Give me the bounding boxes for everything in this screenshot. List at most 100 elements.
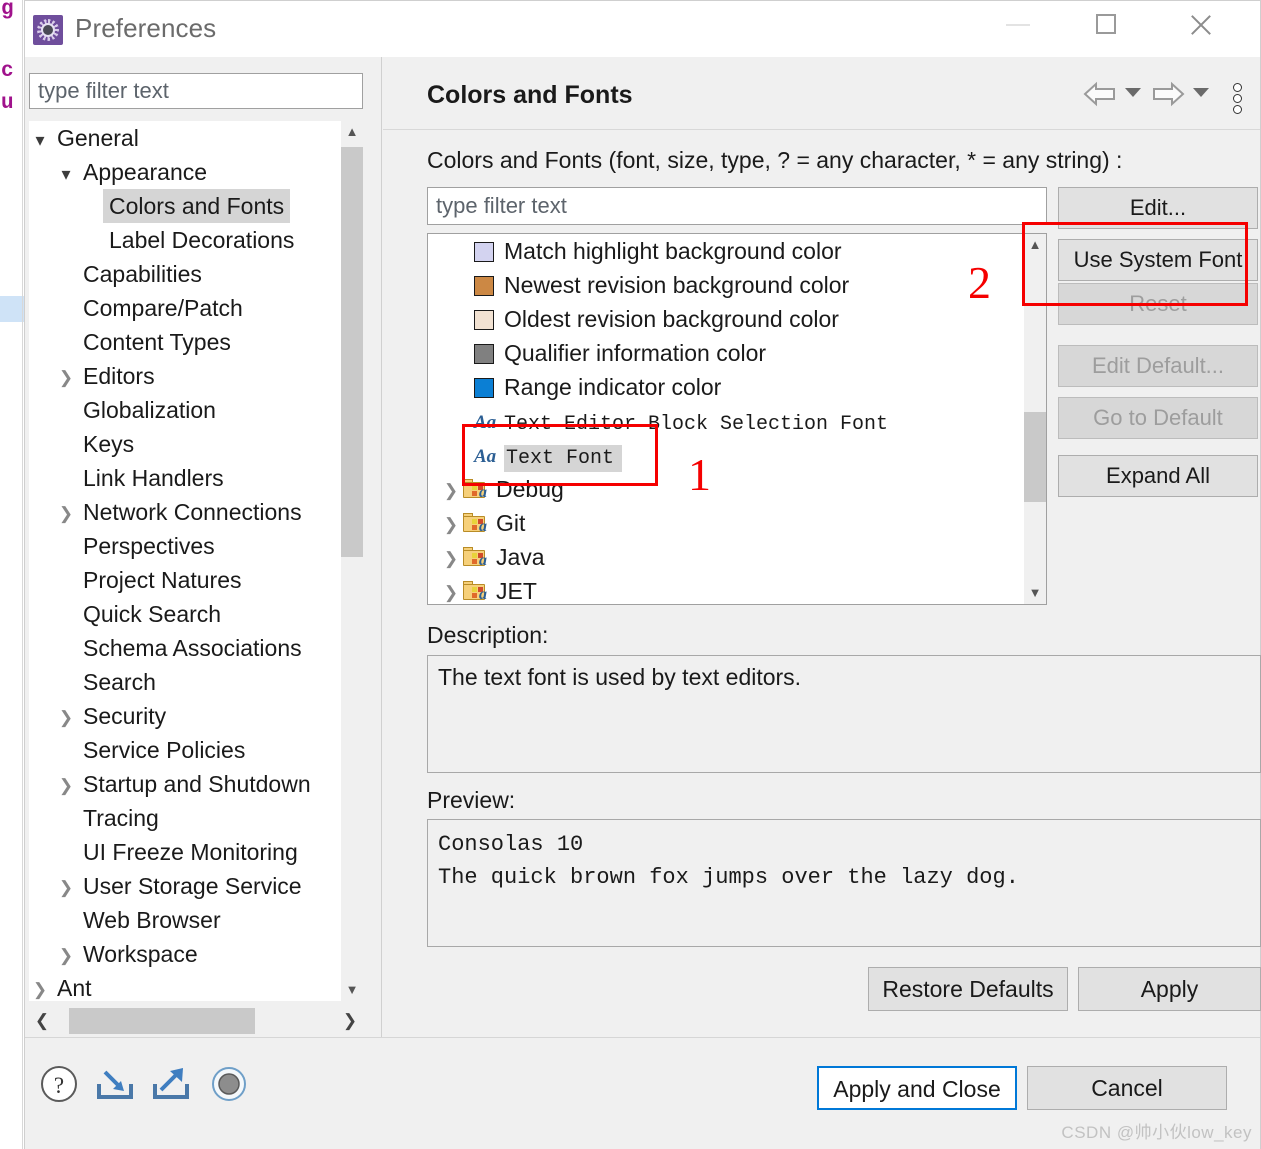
sidebar-item-quick-search[interactable]: ❯Quick Search: [29, 597, 363, 631]
scroll-up-icon[interactable]: ▲: [341, 121, 363, 143]
sidebar-item-user-storage-service[interactable]: ❯ User Storage Service: [29, 869, 363, 903]
list-vertical-scrollbar[interactable]: ▲ ▼: [1024, 234, 1046, 604]
close-button[interactable]: [1170, 1, 1232, 47]
chevron-right-icon[interactable]: ❯: [440, 508, 462, 542]
forward-arrow-icon[interactable]: [1151, 79, 1185, 109]
folder-icon: a: [462, 580, 492, 604]
import-icon[interactable]: [93, 1062, 137, 1106]
list-item[interactable]: Match highlight background color: [428, 234, 1024, 268]
sidebar-item-compare-patch[interactable]: ❯Compare/Patch: [29, 291, 363, 325]
window-title: Preferences: [75, 13, 217, 43]
font-sample-icon: Aa: [474, 412, 497, 433]
scroll-right-icon[interactable]: ❯: [337, 1007, 363, 1035]
sidebar-item-general[interactable]: ▾ General: [29, 121, 363, 155]
list-item[interactable]: ❯ a Java: [428, 540, 1024, 574]
scroll-left-icon[interactable]: ❮: [29, 1007, 55, 1035]
list-item[interactable]: Oldest revision background color: [428, 302, 1024, 336]
list-item[interactable]: ❯ a Git: [428, 506, 1024, 540]
sidebar-item-editors[interactable]: ❯ Editors: [29, 359, 363, 393]
tree-vertical-scrollbar[interactable]: ▲ ▼: [341, 121, 363, 1001]
chevron-right-icon[interactable]: ❯: [440, 474, 462, 508]
expand-all-button[interactable]: Expand All: [1058, 455, 1258, 497]
scroll-down-icon[interactable]: ▼: [1024, 582, 1046, 604]
back-arrow-icon[interactable]: [1083, 79, 1117, 109]
scroll-down-icon[interactable]: ▼: [341, 979, 363, 1001]
list-item[interactable]: ❯ a Debug: [428, 472, 1024, 506]
help-icon[interactable]: ?: [37, 1062, 81, 1106]
list-item[interactable]: Aa Text Font: [428, 438, 1024, 472]
preferences-gear-icon: [33, 15, 63, 45]
sidebar-item-security[interactable]: ❯ Security: [29, 699, 363, 733]
preview-box: Consolas 10 The quick brown fox jumps ov…: [427, 819, 1261, 947]
list-item-label: Debug: [496, 476, 564, 502]
scrollbar-thumb[interactable]: [1024, 412, 1046, 502]
list-item-label: Oldest revision background color: [504, 306, 839, 332]
chevron-right-icon[interactable]: ❯: [440, 542, 462, 576]
sidebar-item-label-decorations[interactable]: ❯Label Decorations: [29, 223, 363, 257]
preferences-tree[interactable]: ▾General▾Appearance❯Colors and Fonts❯Lab…: [29, 121, 363, 1001]
sidebar-item-globalization[interactable]: ❯Globalization: [29, 393, 363, 427]
chevron-right-icon[interactable]: ❯: [55, 871, 77, 905]
list-item[interactable]: ❯ a JET: [428, 574, 1024, 604]
sidebar-item-search[interactable]: ❯Search: [29, 665, 363, 699]
sidebar-item-capabilities[interactable]: ❯Capabilities: [29, 257, 363, 291]
list-item[interactable]: Aa Text Editor Block Selection Font: [428, 404, 1024, 438]
maximize-button[interactable]: [1075, 1, 1137, 47]
sidebar-item-service-policies[interactable]: ❯Service Policies: [29, 733, 363, 767]
sidebar-item-tracing[interactable]: ❯Tracing: [29, 801, 363, 835]
view-menu-icon[interactable]: [1230, 81, 1246, 115]
sidebar-item-workspace[interactable]: ❯ Workspace: [29, 937, 363, 971]
sidebar-item-startup-and-shutdown[interactable]: ❯ Startup and Shutdown: [29, 767, 363, 801]
color-swatch: [474, 242, 494, 262]
chevron-right-icon[interactable]: ❯: [440, 576, 462, 604]
minimize-button[interactable]: [987, 1, 1049, 47]
chevron-right-icon[interactable]: ❯: [29, 973, 51, 1001]
chevron-right-icon[interactable]: ❯: [55, 939, 77, 973]
list-item[interactable]: Qualifier information color: [428, 336, 1024, 370]
sidebar-item-ant[interactable]: ❯ Ant: [29, 971, 363, 1001]
edit-button[interactable]: Edit...: [1058, 187, 1258, 229]
chevron-down-icon[interactable]: ▾: [29, 123, 51, 157]
tree-horizontal-scrollbar[interactable]: ❮ ❯: [29, 1007, 363, 1035]
forward-dropdown-icon[interactable]: [1193, 88, 1209, 97]
chevron-right-icon[interactable]: ❯: [55, 497, 77, 531]
sidebar-item-project-natures[interactable]: ❯Project Natures: [29, 563, 363, 597]
back-dropdown-icon[interactable]: [1125, 88, 1141, 97]
export-icon[interactable]: [149, 1062, 193, 1106]
sidebar-item-label: Quick Search: [83, 601, 222, 627]
sidebar-item-web-browser[interactable]: ❯Web Browser: [29, 903, 363, 937]
sidebar-item-network-connections[interactable]: ❯ Network Connections: [29, 495, 363, 529]
apply-and-close-button[interactable]: Apply and Close: [817, 1066, 1017, 1110]
sidebar-item-appearance[interactable]: ▾ Appearance: [29, 155, 363, 189]
sidebar-item-perspectives[interactable]: ❯Perspectives: [29, 529, 363, 563]
chevron-right-icon[interactable]: ❯: [55, 769, 77, 803]
sidebar-item-content-types[interactable]: ❯Content Types: [29, 325, 363, 359]
scroll-up-icon[interactable]: ▲: [1024, 234, 1046, 256]
record-icon[interactable]: [207, 1062, 251, 1106]
sidebar-item-link-handlers[interactable]: ❯Link Handlers: [29, 461, 363, 495]
list-filter-input[interactable]: type filter text: [427, 187, 1047, 225]
sidebar-item-ui-freeze-monitoring[interactable]: ❯UI Freeze Monitoring: [29, 835, 363, 869]
folder-icon: a: [462, 512, 492, 536]
scrollbar-thumb[interactable]: [69, 1008, 255, 1034]
bg-glyph: c: [1, 60, 14, 83]
colors-fonts-list[interactable]: Match highlight background color Newest r…: [427, 233, 1047, 605]
chevron-right-icon[interactable]: ❯: [55, 701, 77, 735]
chevron-right-icon[interactable]: ❯: [55, 361, 77, 395]
chevron-down-icon[interactable]: ▾: [55, 157, 77, 191]
sidebar-item-keys[interactable]: ❯Keys: [29, 427, 363, 461]
restore-defaults-button[interactable]: Restore Defaults: [868, 967, 1068, 1011]
bg-glyph: g: [1, 0, 14, 21]
use-system-font-button[interactable]: Use System Font: [1058, 239, 1258, 281]
cancel-button[interactable]: Cancel: [1027, 1066, 1227, 1110]
list-item[interactable]: Range indicator color: [428, 370, 1024, 404]
apply-button[interactable]: Apply: [1078, 967, 1261, 1011]
tree-filter-input[interactable]: type filter text: [29, 73, 363, 109]
list-item-label: Newest revision background color: [504, 272, 850, 298]
scrollbar-thumb[interactable]: [341, 147, 363, 557]
list-item[interactable]: Newest revision background color: [428, 268, 1024, 302]
sidebar-item-colors-and-fonts[interactable]: ❯Colors and Fonts: [29, 189, 363, 223]
watermark: CSDN @帅小伙low_key: [1061, 1123, 1252, 1142]
preferences-tree-pane: type filter text ▾General▾Appearance❯Col…: [27, 57, 379, 1037]
sidebar-item-schema-associations[interactable]: ❯Schema Associations: [29, 631, 363, 665]
